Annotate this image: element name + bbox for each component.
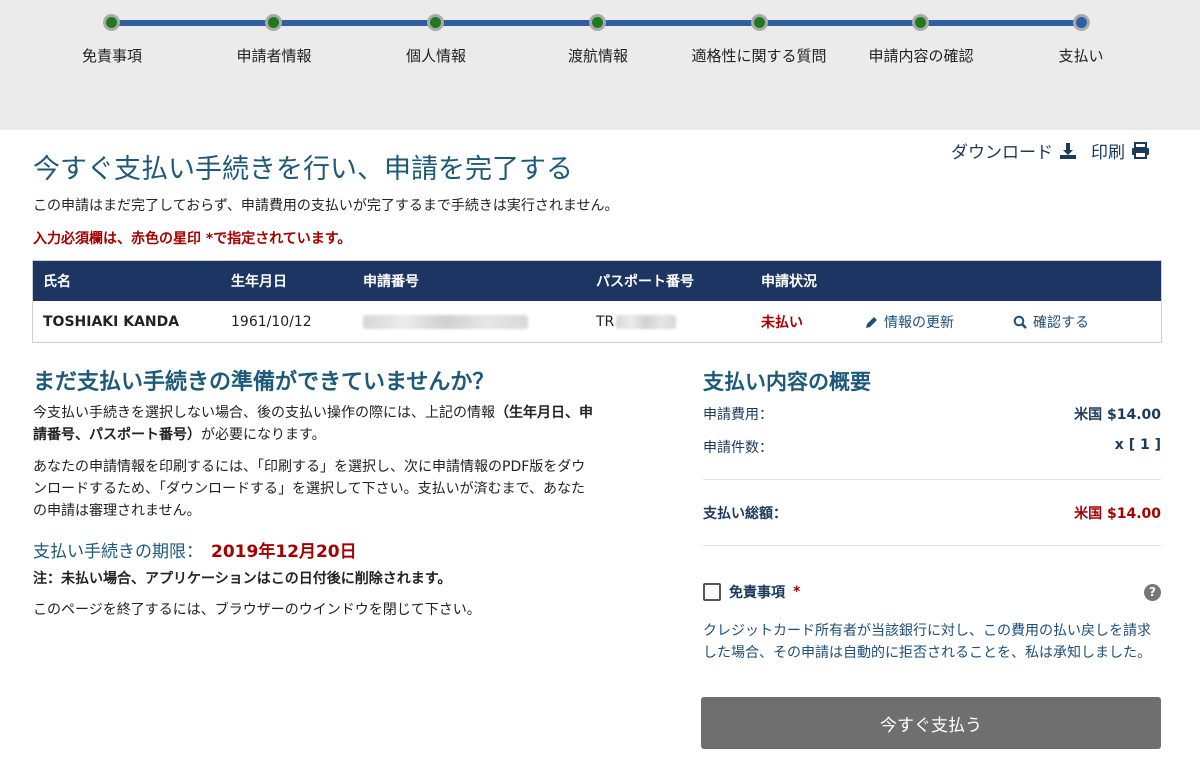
step-label-disclaimer: 免責事項 bbox=[81, 47, 142, 65]
passport-prefix: TR bbox=[596, 314, 615, 330]
page-subtitle: この申請はまだ完了しておらず、申請費用の支払いが完了するまで手続きは実行されませ… bbox=[33, 198, 619, 214]
print-label: 印刷 bbox=[1091, 143, 1125, 163]
step-6-dot bbox=[912, 14, 929, 31]
download-link[interactable]: ダウンロード bbox=[951, 138, 1077, 163]
deletion-note: 注：未払い場合、アプリケーションはこの日付後に削除されます。 bbox=[33, 571, 452, 587]
download-label: ダウンロード bbox=[951, 143, 1053, 163]
step-label-personal: 個人情報 bbox=[405, 47, 466, 65]
step-7-dot-current bbox=[1073, 14, 1090, 31]
page-title: 今すぐ支払い手続きを行い、申請を完了する bbox=[33, 154, 573, 185]
count-value: x [ 1 ] bbox=[1114, 437, 1161, 453]
later-payment-info: 今支払い手続きを選択しない場合、後の支払い操作の際には、上記の情報（生年月日、申… bbox=[33, 402, 593, 446]
fee-value: 米国 $14.00 bbox=[1074, 407, 1161, 423]
update-info-link[interactable]: 情報の更新 bbox=[865, 301, 954, 343]
top-actions: ダウンロード 印刷 bbox=[951, 138, 1150, 163]
confirm-link[interactable]: 確認する bbox=[1013, 301, 1089, 343]
divider bbox=[703, 545, 1161, 546]
disclaimer-label: 免責事項 bbox=[729, 585, 785, 601]
step-5-dot bbox=[751, 14, 768, 31]
payment-deadline: 支払い手続きの期限： 2019年12月20日 bbox=[33, 537, 357, 562]
total-value: 米国 $14.00 bbox=[1074, 506, 1161, 522]
deadline-date: 2019年12月20日 bbox=[211, 542, 357, 562]
col-app-number: 申請番号 bbox=[363, 274, 419, 290]
step-2-dot bbox=[265, 14, 282, 31]
fee-label: 申請費用： bbox=[703, 407, 773, 423]
help-icon[interactable]: ? bbox=[1144, 583, 1161, 601]
progress-tracker: 免責事項 申請者情報 個人情報 渡航情報 適格性に関する質問 申請内容の確認 支… bbox=[0, 0, 1200, 130]
step-label-eligibility: 適格性に関する質問 bbox=[691, 47, 827, 65]
fee-row: 申請費用： 米国 $14.00 bbox=[703, 404, 1161, 424]
update-info-label: 情報の更新 bbox=[884, 315, 954, 331]
col-passport: パスポート番号 bbox=[596, 274, 694, 290]
download-icon bbox=[1060, 142, 1076, 159]
step-3-dot bbox=[427, 14, 444, 31]
print-download-info: あなたの申請情報を印刷するには、「印刷する」を選択し、次に申請情報のPDF版をダ… bbox=[33, 459, 586, 519]
confirm-label: 確認する bbox=[1033, 315, 1089, 331]
not-ready-heading: まだ支払い手続きの準備ができていませんか？ bbox=[33, 370, 495, 395]
required-star: * bbox=[793, 584, 801, 600]
search-icon bbox=[1013, 315, 1027, 329]
step-label-payment: 支払い bbox=[1058, 47, 1104, 65]
step-4-dot bbox=[589, 14, 606, 31]
total-row: 支払い総額： 米国 $14.00 bbox=[703, 503, 1161, 523]
count-label: 申請件数： bbox=[703, 440, 773, 456]
step-label-applicant: 申請者情報 bbox=[236, 47, 312, 65]
close-window-note: このページを終了するには、ブラウザーのウインドウを閉じて下さい。 bbox=[33, 602, 481, 618]
step-label-travel: 渡航情報 bbox=[567, 47, 628, 65]
step-1-dot bbox=[103, 14, 120, 31]
total-label: 支払い総額： bbox=[703, 506, 787, 522]
required-fields-note: 入力必須欄は、赤色の星印 *で指定されています。 bbox=[33, 231, 352, 247]
para1-text-c: が必要になります。 bbox=[201, 427, 326, 443]
applicant-dob: 1961/10/12 bbox=[231, 314, 312, 330]
passport-number: TR bbox=[596, 301, 677, 343]
pencil-icon bbox=[866, 316, 877, 328]
disclaimer-text: クレジットカード所有者が当該銀行に対し、この費用の払い戻しを請求した場合、その申… bbox=[703, 623, 1151, 661]
status-badge: 未払い bbox=[761, 315, 803, 331]
print-icon bbox=[1132, 142, 1149, 159]
step-label-review: 申請内容の確認 bbox=[868, 47, 974, 65]
application-number-redacted bbox=[363, 301, 528, 343]
applicant-name: TOSHIAKI KANDA bbox=[43, 314, 180, 330]
table-row: TOSHIAKI KANDA 1961/10/12 TR 未払い 情報の更新 確… bbox=[33, 301, 1161, 343]
pay-now-button[interactable]: 今すぐ支払う bbox=[701, 697, 1161, 749]
table-header: 氏名 生年月日 申請番号 パスポート番号 申請状況 bbox=[33, 261, 1161, 301]
count-row: 申請件数： x [ 1 ] bbox=[703, 437, 1161, 457]
disclaimer-row: 免責事項 * ? bbox=[703, 582, 1161, 602]
col-dob: 生年月日 bbox=[231, 274, 287, 290]
applicant-table: 氏名 生年月日 申請番号 パスポート番号 申請状況 TOSHIAKI KANDA… bbox=[32, 260, 1162, 343]
para1-text-a: 今支払い手続きを選択しない場合、後の支払い操作の際には、上記の情報 bbox=[33, 405, 495, 421]
payment-summary-heading: 支払い内容の概要 bbox=[703, 370, 871, 394]
print-link[interactable]: 印刷 bbox=[1091, 138, 1150, 163]
passport-redacted bbox=[616, 315, 677, 329]
deadline-label: 支払い手続きの期限： bbox=[33, 542, 203, 562]
col-status: 申請状況 bbox=[761, 274, 817, 290]
disclaimer-checkbox[interactable] bbox=[703, 583, 721, 601]
divider bbox=[703, 479, 1161, 480]
col-name: 氏名 bbox=[43, 274, 71, 290]
